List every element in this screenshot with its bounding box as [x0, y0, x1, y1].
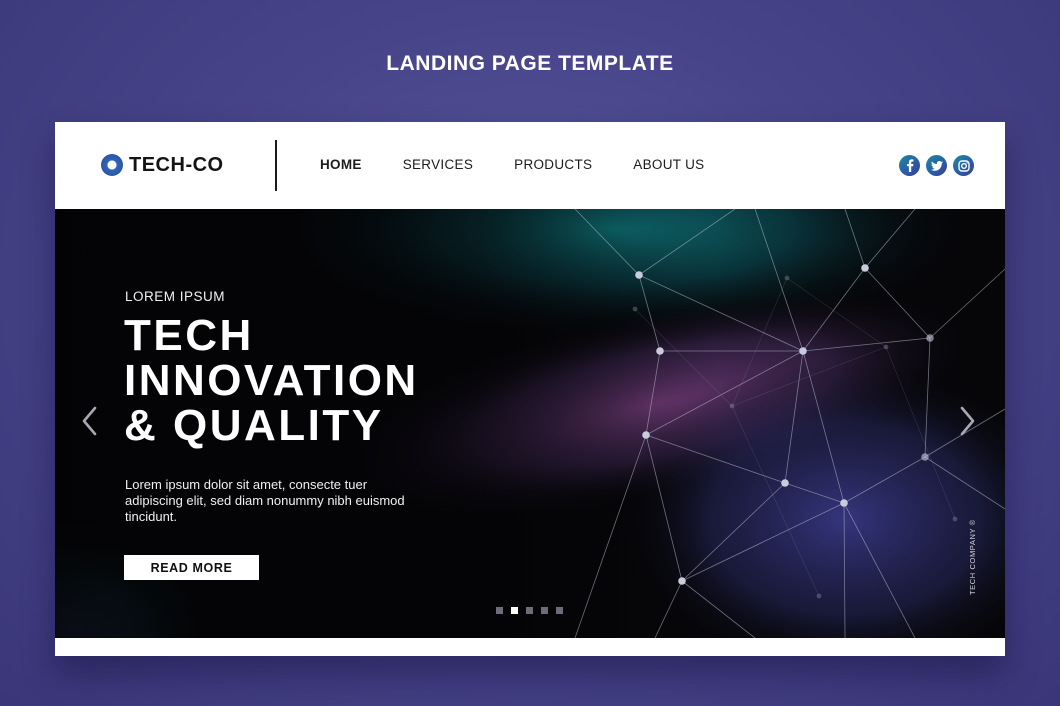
nav-link-home[interactable]: HOME — [320, 157, 362, 172]
landing-page-frame: TECH-CO HOME SERVICES PRODUCTS ABOUT US — [55, 122, 1005, 656]
hero-headline: TECH INNOVATION & QUALITY — [124, 311, 419, 450]
slide-dot[interactable] — [526, 607, 533, 614]
slide-dot[interactable] — [496, 607, 503, 614]
facebook-icon[interactable] — [899, 155, 920, 176]
slide-dot[interactable] — [556, 607, 563, 614]
nav-link-about-us[interactable]: ABOUT US — [633, 157, 704, 172]
read-more-button[interactable]: READ MORE — [124, 555, 259, 580]
nav-link-products[interactable]: PRODUCTS — [514, 157, 592, 172]
logo-text: TECH-CO — [129, 153, 224, 176]
slide-indicators — [496, 607, 571, 614]
logo[interactable]: TECH-CO — [101, 153, 224, 177]
hero-eyebrow: LOREM IPSUM — [125, 289, 226, 304]
nav-divider — [275, 140, 277, 191]
slide-dot[interactable] — [541, 607, 548, 614]
vertical-brand-text: TECH COMPANY ® — [968, 519, 977, 595]
page-title: LANDING PAGE TEMPLATE — [386, 52, 674, 75]
chevron-right-icon[interactable] — [957, 404, 977, 438]
slide-dot-active[interactable] — [511, 607, 518, 614]
main-nav: HOME SERVICES PRODUCTS ABOUT US — [320, 157, 745, 172]
logo-mark-icon — [101, 154, 123, 176]
twitter-icon[interactable] — [926, 155, 947, 176]
social-links — [893, 155, 974, 176]
nav-link-services[interactable]: SERVICES — [403, 157, 473, 172]
instagram-icon[interactable] — [953, 155, 974, 176]
hero-body-text: Lorem ipsum dolor sit amet, consecte tue… — [125, 477, 405, 524]
chevron-left-icon[interactable] — [80, 404, 100, 438]
hero-banner: LOREM IPSUM TECH INNOVATION & QUALITY Lo… — [55, 209, 1005, 638]
navbar: TECH-CO HOME SERVICES PRODUCTS ABOUT US — [55, 122, 1005, 209]
